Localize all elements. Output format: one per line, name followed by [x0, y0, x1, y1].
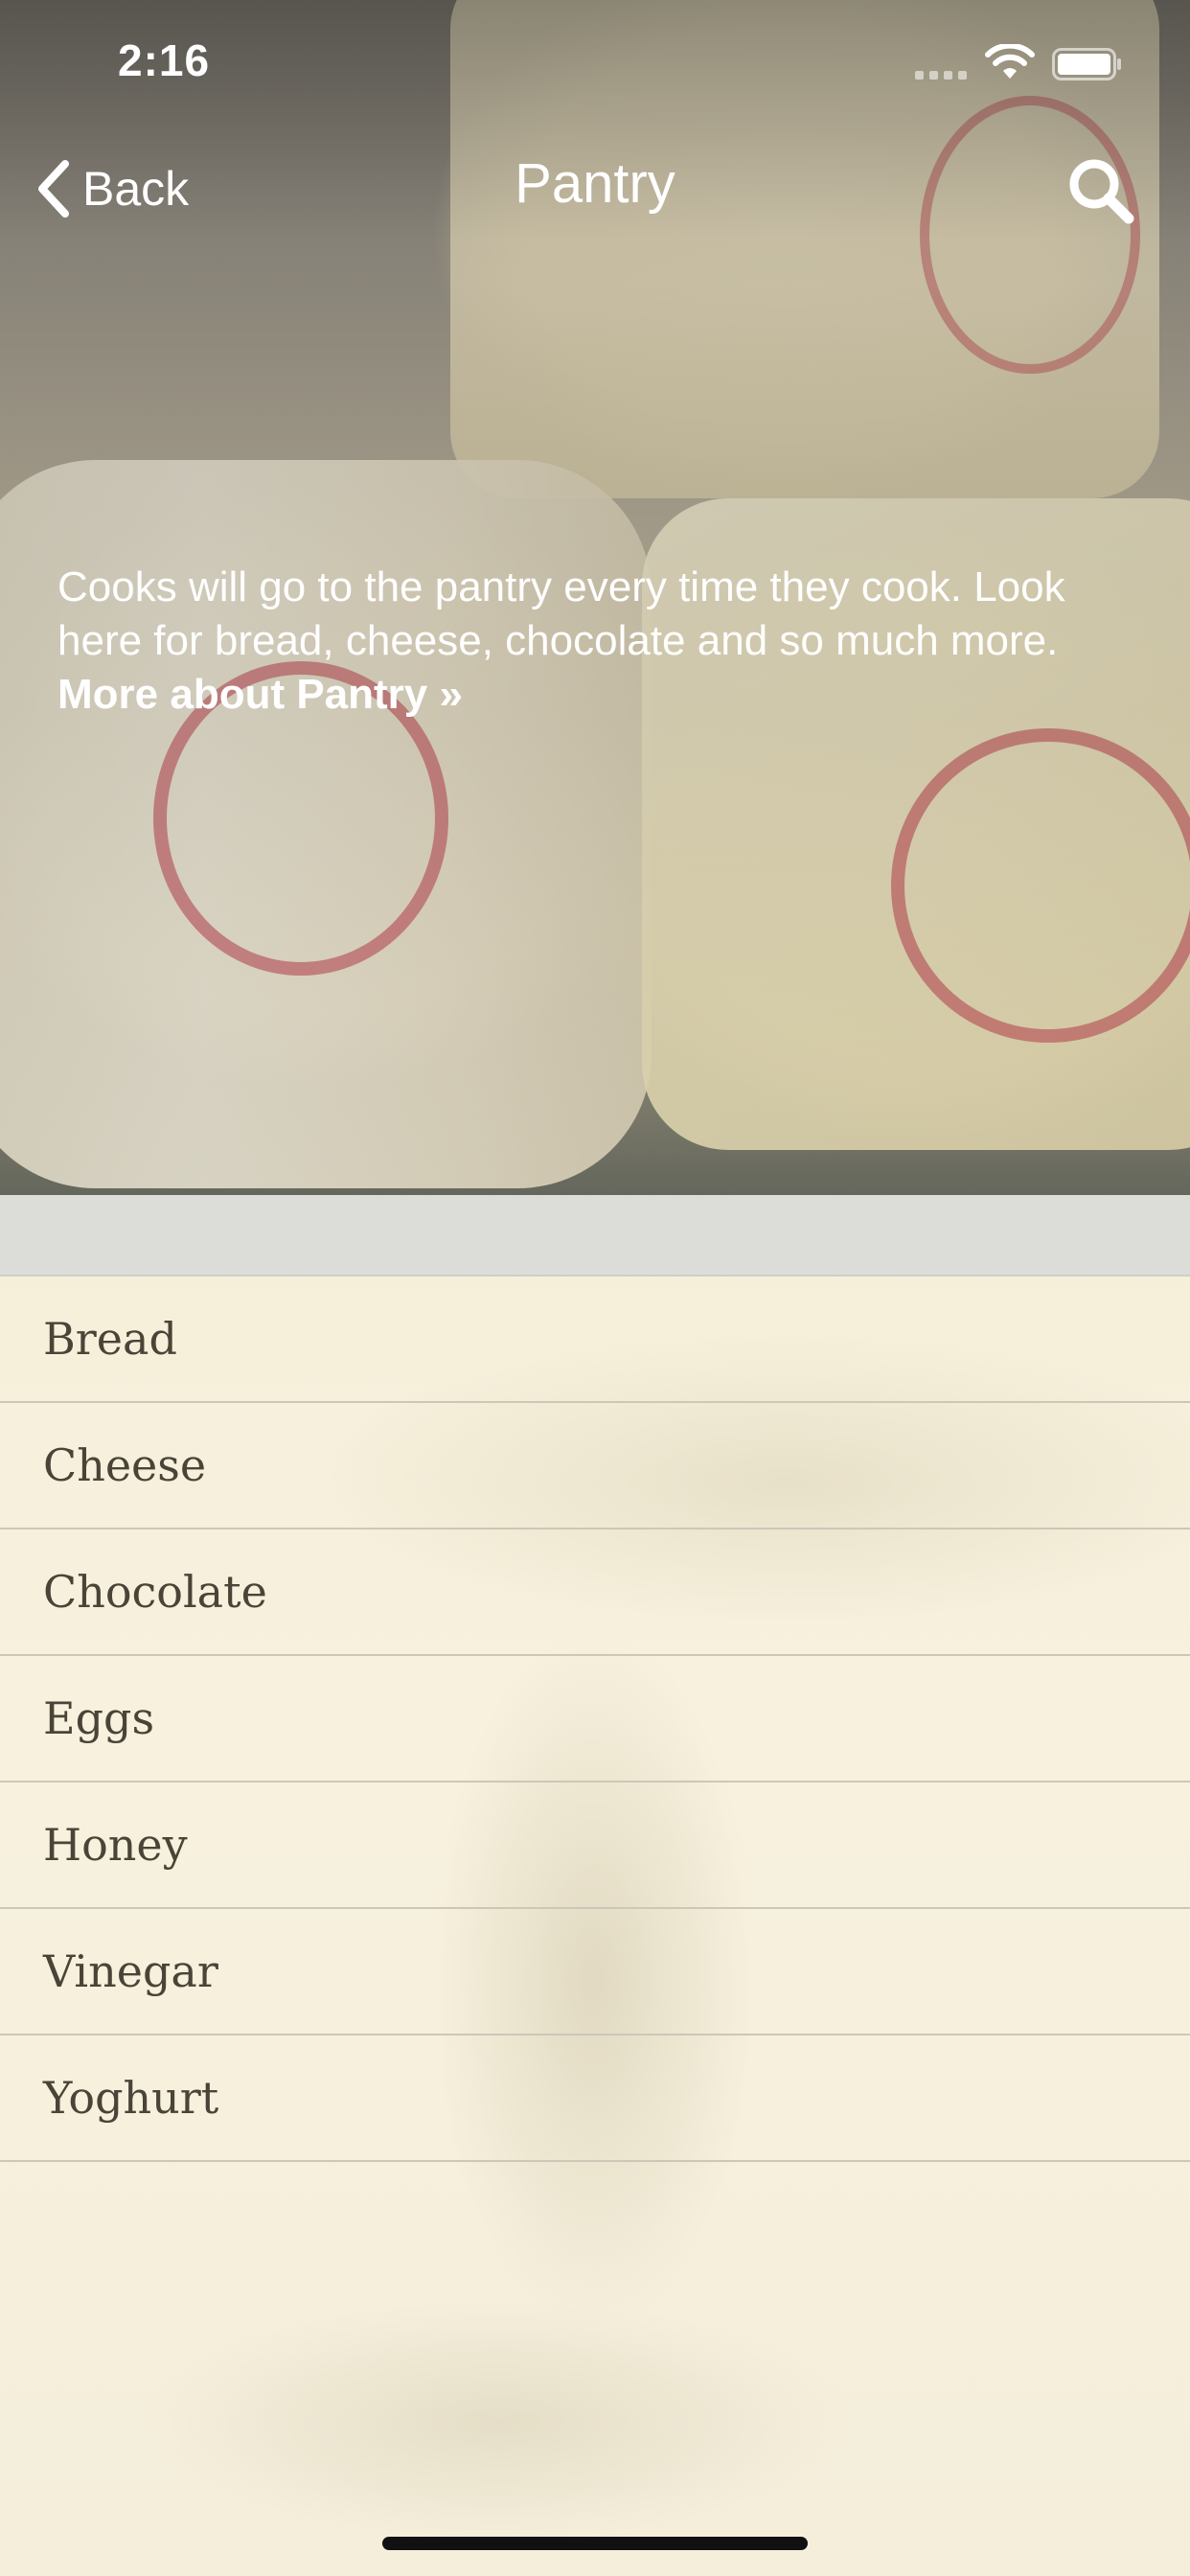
list-item-label: Honey	[43, 1819, 188, 1871]
list-item-bread[interactable]: Bread	[0, 1276, 1190, 1403]
category-description: Cooks will go to the pantry every time t…	[57, 561, 1131, 722]
list-item-cheese[interactable]: Cheese	[0, 1403, 1190, 1530]
status-time: 2:16	[118, 35, 211, 85]
list-item-chocolate[interactable]: Chocolate	[0, 1530, 1190, 1656]
list-item-label: Bread	[43, 1313, 177, 1365]
cellular-signal-icon	[915, 71, 967, 80]
wifi-icon	[985, 44, 1035, 79]
home-indicator[interactable]	[382, 2537, 808, 2550]
list-item-label: Eggs	[43, 1692, 155, 1744]
list-item-label: Chocolate	[43, 1566, 267, 1618]
more-about-link[interactable]: More about Pantry »	[57, 668, 1131, 722]
list-item-vinegar[interactable]: Vinegar	[0, 1909, 1190, 2036]
list-item-honey[interactable]: Honey	[0, 1782, 1190, 1909]
battery-icon	[1052, 48, 1121, 80]
list-item-label: Cheese	[43, 1439, 207, 1491]
search-icon[interactable]	[1065, 155, 1136, 226]
description-text: Cooks will go to the pantry every time t…	[57, 564, 1065, 664]
list-item-label: Vinegar	[43, 1945, 218, 1997]
list-item-label: Yoghurt	[43, 2072, 219, 2124]
list-item-eggs[interactable]: Eggs	[0, 1656, 1190, 1782]
pantry-list: Bread Cheese Chocolate Eggs Honey Vinega…	[0, 1276, 1190, 2162]
item-list-area: Bread Cheese Chocolate Eggs Honey Vinega…	[0, 1195, 1190, 2576]
list-item-yoghurt[interactable]: Yoghurt	[0, 2036, 1190, 2162]
section-header	[0, 1195, 1190, 1276]
page-title: Pantry	[515, 152, 675, 215]
